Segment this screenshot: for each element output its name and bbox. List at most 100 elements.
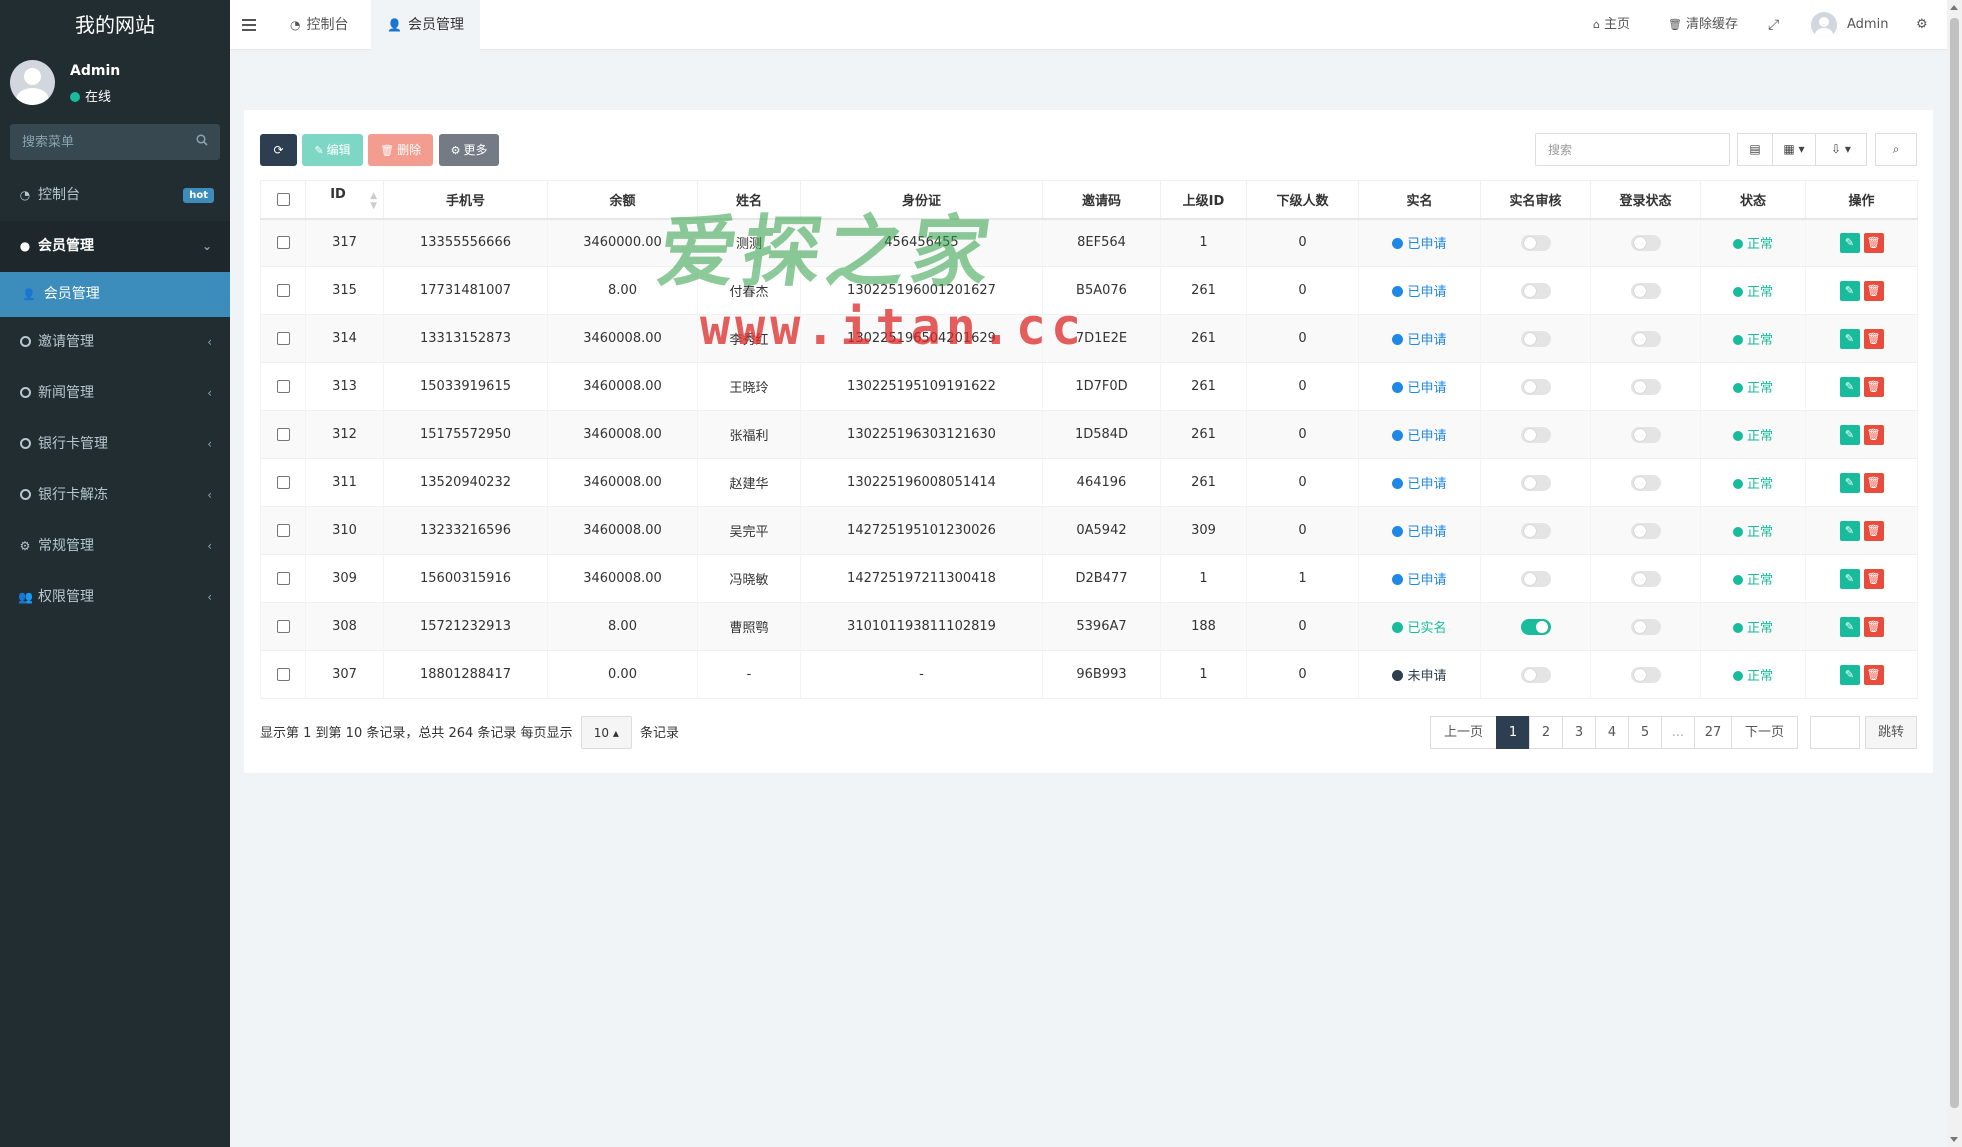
tab-dashboard[interactable]: ◔ 控制台 — [274, 0, 364, 50]
toggle-view-icon[interactable]: ▤ — [1737, 133, 1773, 166]
header-id[interactable]: ID ▲ ▼ — [305, 180, 384, 220]
jump-page-input[interactable] — [1810, 716, 1860, 749]
login-toggle[interactable] — [1630, 474, 1661, 491]
row-checkbox[interactable] — [276, 236, 290, 250]
table-row[interactable]: 313 15033919615 3460008.00 王晓玲 1302251951091… — [260, 362, 1918, 411]
fullscreen-icon[interactable]: ⤢ — [1768, 0, 1779, 50]
edit-row-button[interactable]: ✎ — [1839, 472, 1860, 493]
sidebar-item-invites[interactable]: 邀请管理 ‹ — [0, 317, 230, 368]
edit-row-button[interactable]: ✎ — [1839, 616, 1860, 637]
audit-toggle[interactable] — [1520, 570, 1551, 587]
audit-toggle[interactable] — [1520, 618, 1551, 635]
delete-row-button[interactable]: 🗑 — [1863, 424, 1884, 445]
row-checkbox[interactable] — [276, 572, 290, 585]
header-user-menu[interactable]: Admin — [1811, 0, 1888, 50]
page-button[interactable]: 3 — [1562, 716, 1596, 749]
table-row[interactable]: 314 13313152873 3460008.00 李秀红 1302251965042… — [260, 314, 1918, 363]
table-row[interactable]: 312 15175572950 3460008.00 张福利 1302251963031… — [260, 410, 1918, 459]
delete-row-button[interactable]: 🗑 — [1863, 472, 1884, 493]
login-toggle[interactable] — [1630, 666, 1661, 683]
delete-row-button[interactable]: 🗑 — [1863, 520, 1884, 541]
edit-row-button[interactable]: ✎ — [1839, 520, 1860, 541]
sidebar-item-news[interactable]: 新闻管理 ‹ — [0, 368, 230, 419]
delete-row-button[interactable]: 🗑 — [1863, 664, 1884, 685]
tab-members[interactable]: 👤 会员管理 — [371, 0, 480, 50]
menu-search-input[interactable] — [10, 124, 220, 160]
audit-toggle[interactable] — [1520, 666, 1551, 683]
audit-toggle[interactable] — [1520, 522, 1551, 539]
edit-button[interactable]: ✎ 编辑 — [302, 134, 363, 166]
vertical-scrollbar[interactable] — [1947, 0, 1962, 1147]
brand-logo[interactable]: 我的网站 — [0, 0, 230, 50]
more-button[interactable]: ⚙ 更多 — [438, 134, 500, 166]
search-icon[interactable] — [196, 134, 208, 146]
audit-toggle[interactable] — [1520, 378, 1551, 395]
row-checkbox[interactable] — [276, 668, 290, 681]
delete-row-button[interactable]: 🗑 — [1863, 376, 1884, 397]
edit-row-button[interactable]: ✎ — [1839, 424, 1860, 445]
login-toggle[interactable] — [1630, 618, 1661, 635]
clear-cache-button[interactable]: 🗑 清除缓存 — [1668, 0, 1738, 50]
sidebar-item-general[interactable]: ⚙ 常规管理 ‹ — [0, 521, 230, 572]
audit-toggle[interactable] — [1520, 234, 1551, 251]
login-toggle[interactable] — [1630, 330, 1661, 347]
edit-row-button[interactable]: ✎ — [1839, 232, 1860, 253]
edit-row-button[interactable]: ✎ — [1839, 664, 1860, 685]
scrollbar-thumb[interactable] — [1950, 18, 1959, 1108]
table-row[interactable]: 317 13355556666 3460000.00 测测 456456455 8EF56… — [260, 218, 1918, 267]
edit-row-button[interactable]: ✎ — [1839, 280, 1860, 301]
sidebar-item-members[interactable]: ● 会员管理 ⌄ — [0, 221, 230, 272]
row-checkbox[interactable] — [276, 428, 290, 441]
page-button[interactable]: 27 — [1694, 716, 1732, 749]
delete-row-button[interactable]: 🗑 — [1863, 280, 1884, 301]
menu-toggle-icon[interactable] — [242, 16, 256, 34]
table-row[interactable]: 307 18801288417 0.00- -96B993 1 0 未申请 正常 ✎ 🗑 — [260, 650, 1918, 699]
export-dropdown-icon[interactable]: ⇩ ▾ — [1815, 133, 1867, 166]
delete-row-button[interactable]: 🗑 — [1863, 232, 1884, 253]
page-button[interactable]: 1 — [1496, 716, 1530, 749]
page-button[interactable]: 4 — [1595, 716, 1629, 749]
row-checkbox[interactable] — [276, 380, 290, 393]
audit-toggle[interactable] — [1520, 426, 1551, 443]
settings-gears-icon[interactable]: ⚙ — [1916, 0, 1928, 50]
table-search-input[interactable] — [1535, 133, 1730, 166]
table-row[interactable]: 311 13520940232 3460008.00 赵建华 1302251960080… — [260, 458, 1918, 507]
login-toggle[interactable] — [1630, 282, 1661, 299]
sidebar-item-bankcards[interactable]: 银行卡管理 ‹ — [0, 419, 230, 470]
login-toggle[interactable] — [1630, 522, 1661, 539]
sidebar-item-dashboard[interactable]: ◔ 控制台 hot — [0, 170, 230, 221]
page-button[interactable]: 2 — [1529, 716, 1563, 749]
login-toggle[interactable] — [1630, 426, 1661, 443]
table-row[interactable]: 308 15721232913 8.00 曹照鹗 310101193811102819 5… — [260, 602, 1918, 651]
prev-page-button[interactable]: 上一页 — [1430, 716, 1497, 749]
scroll-up-arrow-icon[interactable] — [1950, 5, 1958, 10]
table-row[interactable]: 315 17731481007 8.00 付春杰 130225196001201627 B… — [260, 266, 1918, 315]
page-button[interactable]: 5 — [1628, 716, 1662, 749]
edit-row-button[interactable]: ✎ — [1839, 328, 1860, 349]
delete-row-button[interactable]: 🗑 — [1863, 616, 1884, 637]
table-row[interactable]: 310 13233216596 3460008.00 吴完平 1427251951012… — [260, 506, 1918, 555]
home-link[interactable]: ⌂ 主页 — [1593, 0, 1630, 50]
delete-button[interactable]: 🗑 删除 — [368, 134, 434, 166]
audit-toggle[interactable] — [1520, 474, 1551, 491]
columns-dropdown-icon[interactable]: ▦ ▾ — [1772, 133, 1816, 166]
row-checkbox[interactable] — [276, 284, 290, 297]
sidebar-subitem-members[interactable]: 👤 会员管理 — [0, 272, 230, 317]
refresh-button[interactable]: ⟳ — [260, 134, 297, 166]
page-size-select[interactable]: 10 ▴ — [580, 716, 632, 749]
search-icon[interactable]: ⌕ — [1875, 133, 1917, 166]
login-toggle[interactable] — [1630, 234, 1661, 251]
row-checkbox[interactable] — [276, 620, 290, 633]
next-page-button[interactable]: 下一页 — [1731, 716, 1798, 749]
audit-toggle[interactable] — [1520, 282, 1551, 299]
select-all-checkbox[interactable] — [276, 192, 290, 206]
row-checkbox[interactable] — [276, 476, 290, 489]
login-toggle[interactable] — [1630, 570, 1661, 587]
delete-row-button[interactable]: 🗑 — [1863, 328, 1884, 349]
row-checkbox[interactable] — [276, 332, 290, 345]
jump-button[interactable]: 跳转 — [1865, 716, 1917, 749]
row-checkbox[interactable] — [276, 524, 290, 537]
edit-row-button[interactable]: ✎ — [1839, 568, 1860, 589]
edit-row-button[interactable]: ✎ — [1839, 376, 1860, 397]
login-toggle[interactable] — [1630, 378, 1661, 395]
